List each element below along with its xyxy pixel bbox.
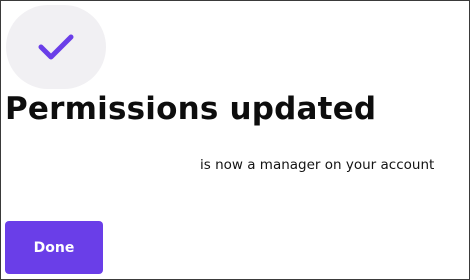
success-badge <box>6 5 106 89</box>
check-icon <box>37 32 75 62</box>
page-title: Permissions updated <box>5 91 377 127</box>
confirmation-message: is now a manager on your account <box>200 157 435 173</box>
permissions-dialog: Permissions updated is now a manager on … <box>0 0 470 280</box>
done-button[interactable]: Done <box>5 221 103 274</box>
